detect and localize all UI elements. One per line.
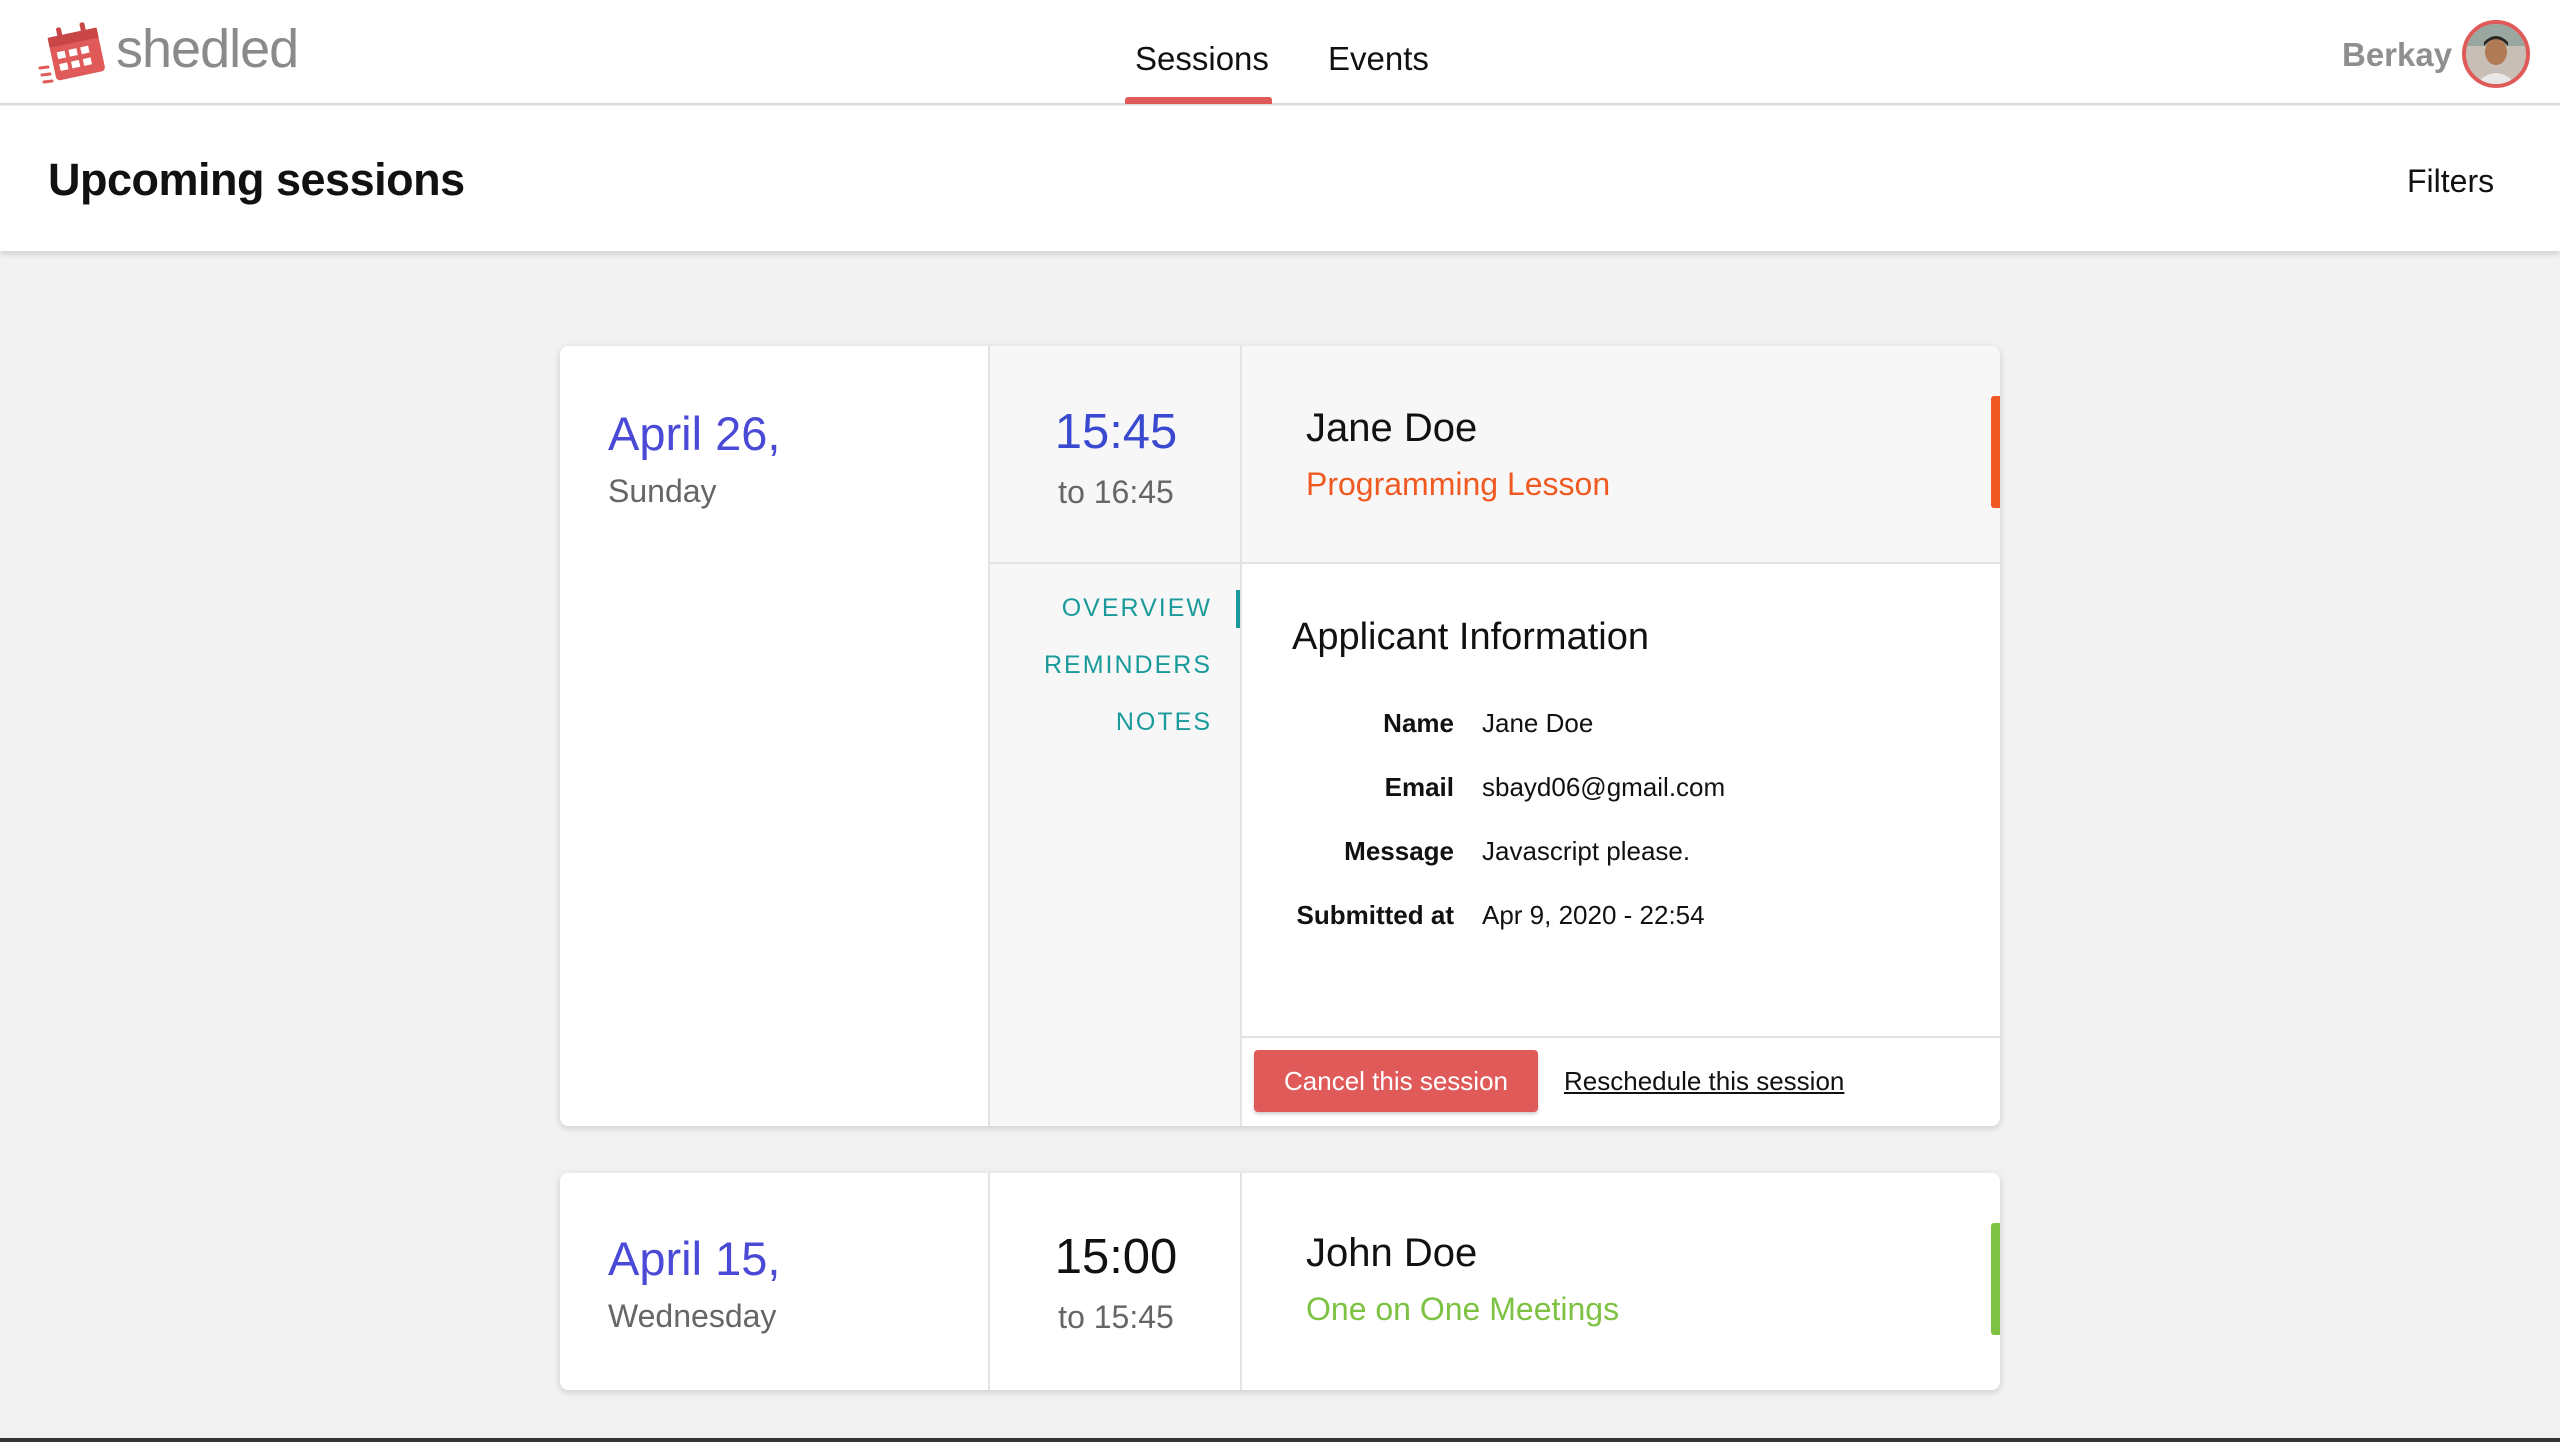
- session-type: One on One Meetings: [1306, 1291, 1620, 1327]
- applicant-name: John Doe: [1306, 1231, 1478, 1275]
- session-date-column: April 15, Wednesday: [560, 1173, 990, 1390]
- user-photo-icon: [2466, 24, 2526, 84]
- session-type-color-bar: [1991, 1223, 2000, 1335]
- tab-reminders[interactable]: REMINDERS: [1044, 651, 1212, 680]
- avatar[interactable]: [2462, 20, 2530, 88]
- session-card[interactable]: April 26, Sunday 15:45 to 16:45 OVERVIEW…: [560, 346, 2000, 1126]
- session-summary[interactable]: Jane Doe Programming Lesson: [1242, 346, 2000, 564]
- cancel-session-button[interactable]: Cancel this session: [1254, 1050, 1538, 1112]
- applicant-info-title: Applicant Information: [1292, 616, 1649, 658]
- top-navbar: shedled Sessions Events Berkay: [0, 0, 2560, 105]
- session-card[interactable]: April 15, Wednesday 15:00 to 15:45 John …: [560, 1173, 2000, 1390]
- tab-sessions[interactable]: Sessions: [1135, 40, 1269, 78]
- brand-logo[interactable]: shedled: [38, 18, 299, 88]
- filters-button[interactable]: Filters: [2407, 163, 2494, 200]
- page-title: Upcoming sessions: [48, 154, 465, 205]
- active-side-tab-indicator: [1236, 590, 1240, 628]
- session-type: Programming Lesson: [1306, 466, 1611, 502]
- user-name[interactable]: Berkay: [2342, 36, 2452, 74]
- applicant-name: Jane Doe: [1306, 406, 1478, 450]
- session-summary[interactable]: John Doe One on One Meetings: [1242, 1173, 2000, 1390]
- session-end-time: to 16:45: [1058, 474, 1174, 510]
- window-bottom-edge: [0, 1438, 2560, 1442]
- session-end-time: to 15:45: [1058, 1299, 1174, 1335]
- session-date: April 26,: [608, 407, 781, 460]
- session-start-time: 15:00: [1054, 1230, 1178, 1284]
- session-weekday: Sunday: [608, 473, 717, 509]
- session-type-color-bar: [1991, 396, 2000, 508]
- session-start-time: 15:45: [1054, 405, 1178, 459]
- calendar-logo-icon: [38, 22, 105, 84]
- info-label: Submitted at: [1296, 900, 1454, 930]
- session-date: April 15,: [608, 1232, 781, 1285]
- info-label: Name: [1383, 708, 1454, 738]
- session-date-column: April 26, Sunday: [560, 346, 990, 1126]
- tab-events[interactable]: Events: [1328, 40, 1429, 78]
- reschedule-session-link[interactable]: Reschedule this session: [1564, 1066, 1844, 1097]
- brand-name: shedled: [116, 19, 299, 79]
- tab-notes[interactable]: NOTES: [1116, 708, 1212, 737]
- info-value: Javascript please.: [1482, 836, 1691, 866]
- session-details-column: Jane Doe Programming Lesson Applicant In…: [1242, 346, 2000, 1126]
- info-value: Apr 9, 2020 - 22:54: [1482, 900, 1705, 930]
- page-header: Upcoming sessions Filters: [0, 106, 2560, 251]
- info-value: sbayd06@gmail.com: [1482, 772, 1726, 802]
- session-time-column: 15:00 to 15:45: [990, 1173, 1242, 1390]
- info-label: Email: [1384, 772, 1454, 802]
- tab-overview[interactable]: OVERVIEW: [1062, 594, 1212, 623]
- session-weekday: Wednesday: [608, 1298, 777, 1334]
- info-label: Message: [1344, 836, 1454, 866]
- divider: [1242, 1036, 2000, 1038]
- info-value: Jane Doe: [1482, 708, 1594, 738]
- session-time-column: 15:45 to 16:45 OVERVIEW REMINDERS NOTES: [990, 346, 1242, 1126]
- active-tab-indicator: [1125, 97, 1272, 104]
- divider: [990, 562, 1242, 564]
